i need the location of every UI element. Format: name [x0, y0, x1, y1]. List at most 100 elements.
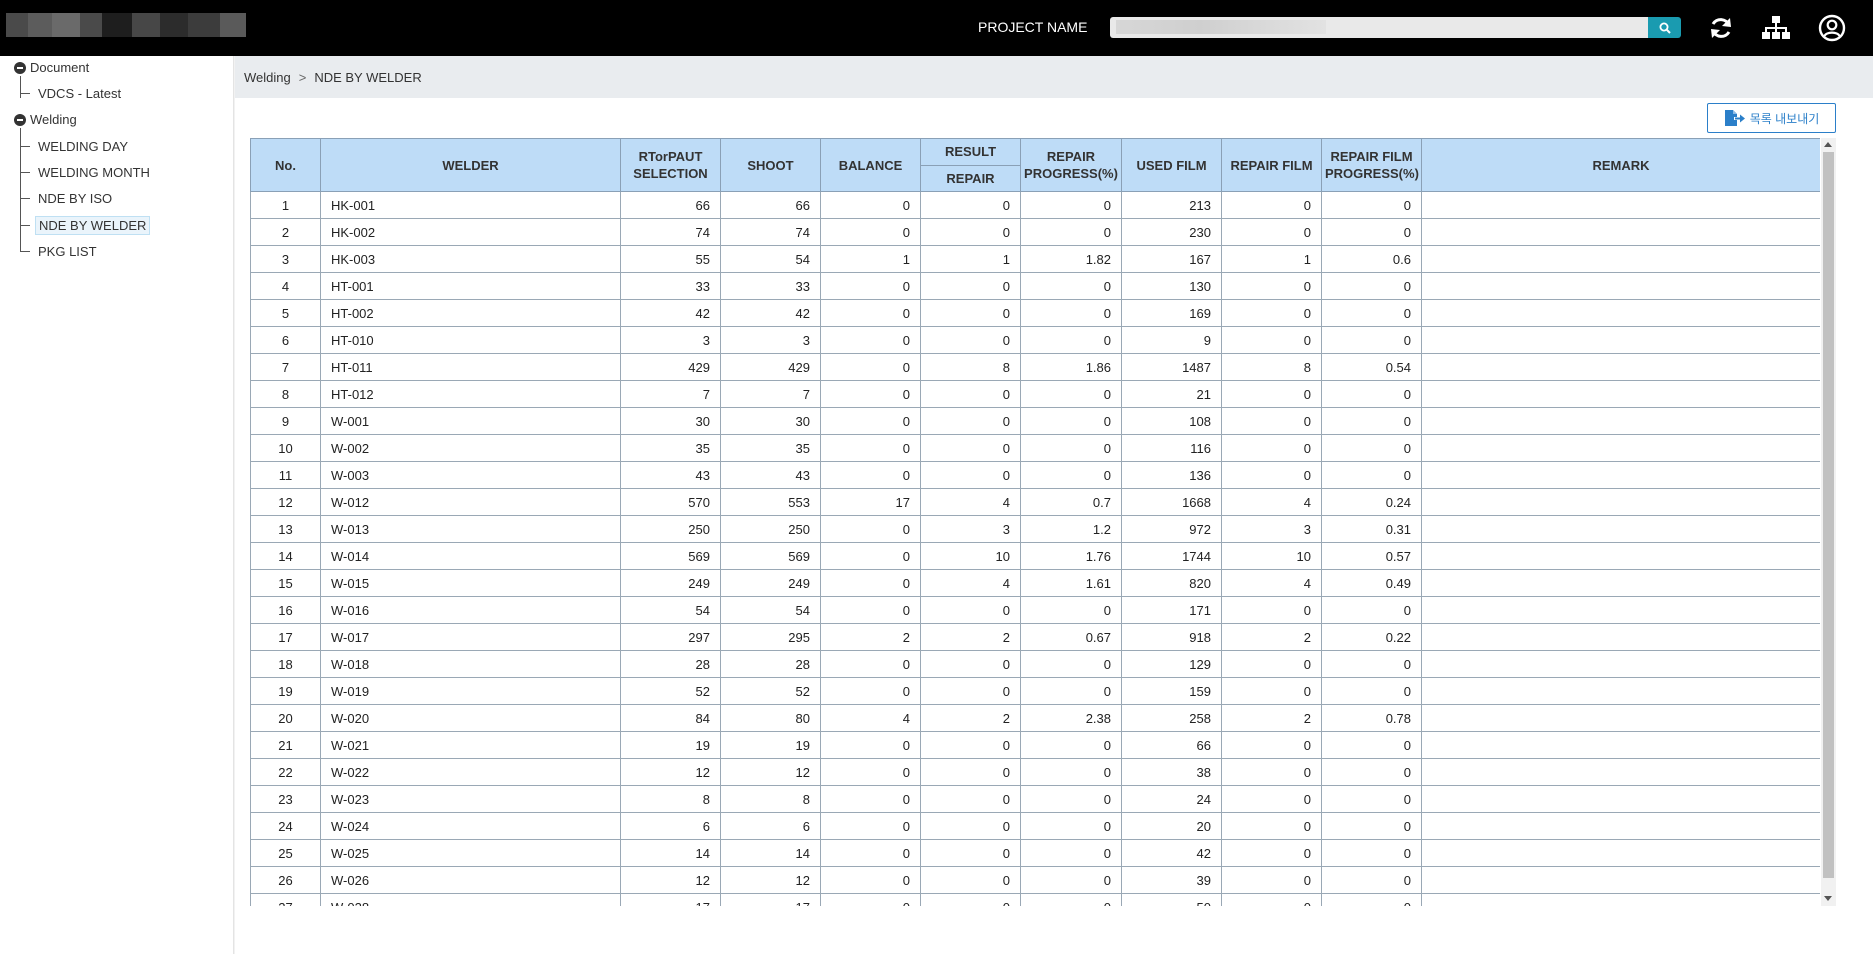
sidebar-item-nde-by-iso[interactable]: NDE BY ISO — [20, 188, 115, 208]
cell-selection: 570 — [620, 488, 721, 516]
cell-no: 23 — [250, 785, 321, 813]
cell-repair-progress: 2.38 — [1020, 704, 1122, 732]
col-header-no[interactable]: No. — [250, 138, 321, 192]
cell-no: 5 — [250, 299, 321, 327]
sidebar-item-label: VDCS - Latest — [38, 85, 122, 101]
sidebar-item-vdcs-latest[interactable]: VDCS - Latest — [20, 83, 124, 103]
cell-welder: W-028 — [320, 893, 621, 906]
cell-selection: 250 — [620, 515, 721, 543]
cell-used-film: 820 — [1121, 569, 1222, 597]
cell-no: 17 — [250, 623, 321, 651]
cell-balance: 0 — [820, 299, 921, 327]
sidebar-item-pkg-list[interactable]: PKG LIST — [20, 241, 100, 261]
table-row[interactable]: 16 W-016 54 54 0 0 0 171 0 0 — [250, 596, 1820, 624]
cell-used-film: 258 — [1121, 704, 1222, 732]
col-header-selection[interactable]: RTorPAUT SELECTION — [620, 138, 721, 192]
cell-repair-film: 0 — [1221, 758, 1322, 786]
cell-repair-film-progress: 0.31 — [1321, 515, 1422, 543]
refresh-button[interactable] — [1705, 12, 1737, 44]
cell-balance: 0 — [820, 785, 921, 813]
col-header-repair[interactable]: REPAIR — [920, 164, 1021, 192]
table-row[interactable]: 11 W-003 43 43 0 0 0 136 0 0 — [250, 461, 1820, 489]
cell-welder: W-003 — [320, 461, 621, 489]
table-row[interactable]: 1 HK-001 66 66 0 0 0 213 0 0 — [250, 191, 1820, 219]
cell-repair-film-progress: 0 — [1321, 299, 1422, 327]
user-account-button[interactable] — [1816, 12, 1848, 44]
scrollbar-thumb[interactable] — [1823, 152, 1834, 878]
sidebar-group-welding[interactable]: Welding — [14, 112, 77, 127]
cell-shoot: 17 — [720, 893, 821, 906]
table-row[interactable]: 2 HK-002 74 74 0 0 0 230 0 0 — [250, 218, 1820, 246]
table-row[interactable]: 22 W-022 12 12 0 0 0 38 0 0 — [250, 758, 1820, 786]
cell-shoot: 249 — [720, 569, 821, 597]
sitemap-button[interactable] — [1760, 12, 1792, 44]
table-row[interactable]: 12 W-012 570 553 17 4 0.7 1668 4 0.24 — [250, 488, 1820, 516]
table-row[interactable]: 7 HT-011 429 429 0 8 1.86 1487 8 0.54 — [250, 353, 1820, 381]
sidebar: Document VDCS - Latest Welding WELDING D… — [0, 56, 234, 954]
cell-remark — [1421, 380, 1820, 408]
table-row[interactable]: 15 W-015 249 249 0 4 1.61 820 4 0.49 — [250, 569, 1820, 597]
scroll-down-arrow-icon[interactable] — [1824, 896, 1832, 901]
breadcrumb-parent[interactable]: Welding — [244, 70, 291, 85]
cell-shoot: 12 — [720, 866, 821, 894]
table-row[interactable]: 13 W-013 250 250 0 3 1.2 972 3 0.31 — [250, 515, 1820, 543]
col-header-result[interactable]: RESULT — [920, 138, 1021, 166]
search-input[interactable] — [1110, 17, 1648, 38]
col-header-repair-progress[interactable]: REPAIR PROGRESS(%) — [1020, 138, 1122, 192]
table-row[interactable]: 25 W-025 14 14 0 0 0 42 0 0 — [250, 839, 1820, 867]
cell-repair: 0 — [920, 272, 1021, 300]
cell-shoot: 33 — [720, 272, 821, 300]
cell-repair-progress: 0 — [1020, 380, 1122, 408]
sidebar-item-nde-by-welder[interactable]: NDE BY WELDER — [20, 215, 151, 235]
table-row[interactable]: 6 HT-010 3 3 0 0 0 9 0 0 — [250, 326, 1820, 354]
breadcrumb: Welding > NDE BY WELDER — [235, 56, 1873, 98]
scroll-up-arrow-icon[interactable] — [1824, 142, 1832, 147]
table-row[interactable]: 17 W-017 297 295 2 2 0.67 918 2 0.22 — [250, 623, 1820, 651]
table-row[interactable]: 9 W-001 30 30 0 0 0 108 0 0 — [250, 407, 1820, 435]
col-header-welder[interactable]: WELDER — [320, 138, 621, 192]
minus-circle-icon — [14, 113, 26, 126]
table-row[interactable]: 10 W-002 35 35 0 0 0 116 0 0 — [250, 434, 1820, 462]
table-row[interactable]: 24 W-024 6 6 0 0 0 20 0 0 — [250, 812, 1820, 840]
cell-repair-film-progress: 0 — [1321, 191, 1422, 219]
sidebar-group-document[interactable]: Document — [14, 60, 89, 75]
col-header-used-film[interactable]: USED FILM — [1121, 138, 1222, 192]
table-row[interactable]: 23 W-023 8 8 0 0 0 24 0 0 — [250, 785, 1820, 813]
cell-used-film: 918 — [1121, 623, 1222, 651]
table-scrollbar[interactable] — [1821, 138, 1836, 906]
table-row[interactable]: 8 HT-012 7 7 0 0 0 21 0 0 — [250, 380, 1820, 408]
table-row[interactable]: 21 W-021 19 19 0 0 0 66 0 0 — [250, 731, 1820, 759]
col-header-remark[interactable]: REMARK — [1421, 138, 1820, 192]
table-row[interactable]: 20 W-020 84 80 4 2 2.38 258 2 0.78 — [250, 704, 1820, 732]
sidebar-item-welding-day[interactable]: WELDING DAY — [20, 136, 131, 156]
cell-no: 15 — [250, 569, 321, 597]
cell-repair-film: 2 — [1221, 704, 1322, 732]
cell-repair-film: 0 — [1221, 812, 1322, 840]
col-header-shoot[interactable]: SHOOT — [720, 138, 821, 192]
cell-balance: 0 — [820, 569, 921, 597]
cell-selection: 249 — [620, 569, 721, 597]
nde-by-welder-table: No. WELDER RTorPAUT SELECTION SHOOT BALA… — [250, 138, 1820, 906]
col-header-repair-film-progress[interactable]: REPAIR FILM PROGRESS(%) — [1321, 138, 1422, 192]
refresh-icon — [1711, 18, 1731, 38]
cell-remark — [1421, 731, 1820, 759]
cell-no: 22 — [250, 758, 321, 786]
table-row[interactable]: 5 HT-002 42 42 0 0 0 169 0 0 — [250, 299, 1820, 327]
table-row[interactable]: 19 W-019 52 52 0 0 0 159 0 0 — [250, 677, 1820, 705]
cell-selection: 12 — [620, 866, 721, 894]
cell-welder: W-024 — [320, 812, 621, 840]
table-row[interactable]: 26 W-026 12 12 0 0 0 39 0 0 — [250, 866, 1820, 894]
table-row[interactable]: 18 W-018 28 28 0 0 0 129 0 0 — [250, 650, 1820, 678]
table-row[interactable]: 4 HT-001 33 33 0 0 0 130 0 0 — [250, 272, 1820, 300]
table-row[interactable]: 3 HK-003 55 54 1 1 1.82 167 1 0.6 — [250, 245, 1820, 273]
search-button[interactable] — [1648, 17, 1681, 38]
export-list-button[interactable]: 목록 내보내기 — [1707, 103, 1836, 133]
col-header-balance[interactable]: BALANCE — [820, 138, 921, 192]
cell-repair: 3 — [920, 515, 1021, 543]
col-header-repair-film[interactable]: REPAIR FILM — [1221, 138, 1322, 192]
cell-no: 12 — [250, 488, 321, 516]
sidebar-item-welding-month[interactable]: WELDING MONTH — [20, 162, 153, 182]
table-row[interactable]: 27W-02817170005000 — [250, 893, 1820, 906]
table-row[interactable]: 14 W-014 569 569 0 10 1.76 1744 10 0.57 — [250, 542, 1820, 570]
cell-remark — [1421, 407, 1820, 435]
